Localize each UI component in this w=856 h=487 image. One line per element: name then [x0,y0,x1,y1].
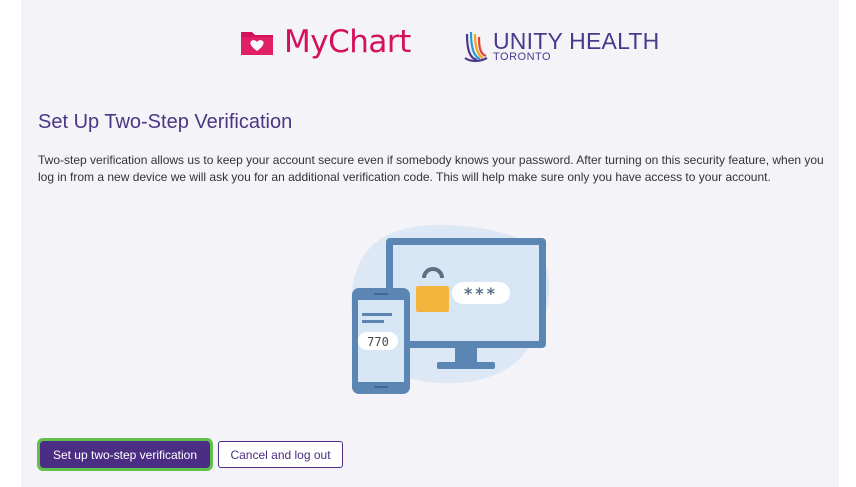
unity-health-emblem-icon [464,31,488,63]
page-title: Set Up Two-Step Verification [38,111,293,133]
password-mask: *** [464,284,498,303]
page: MyChart UNITY HEALTH TORONTO Set Up Two-… [0,0,856,487]
two-step-illustration: *** 770 [351,224,550,394]
password-field: *** [452,282,510,304]
phone-icon: 770 [352,288,410,394]
mychart-wordmark: MyChart [284,24,411,60]
phone-code: 770 [367,335,389,349]
unity-health-city: TORONTO [493,50,552,63]
unity-health-name: UNITY HEALTH [493,27,660,54]
cancel-logout-button[interactable]: Cancel and log out [218,441,343,468]
folder-heart-icon [241,32,273,55]
setup-two-step-button[interactable]: Set up two-step verification [37,438,213,471]
unity-health-logo: UNITY HEALTH TORONTO [461,26,659,66]
page-description: Two-step verification allows us to keep … [38,153,824,184]
mychart-logo: MyChart [240,22,411,62]
header: MyChart UNITY HEALTH TORONTO [0,0,856,80]
